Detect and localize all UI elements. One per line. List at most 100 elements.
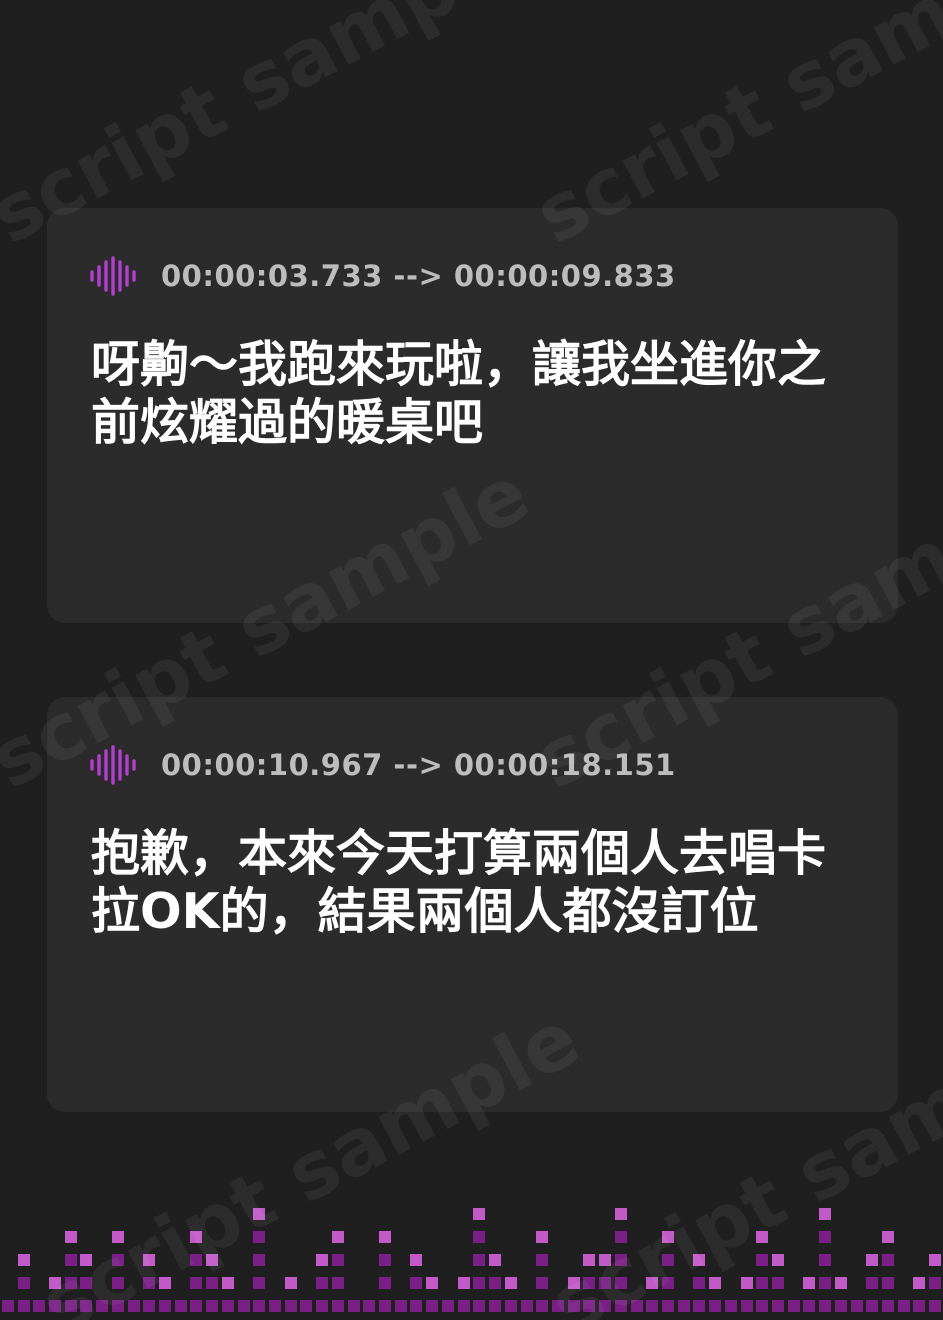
equalizer-block xyxy=(913,1277,925,1289)
equalizer-block xyxy=(788,1300,800,1312)
equalizer-block xyxy=(756,1300,768,1312)
cue-timestamp: 00:00:10.967 --> 00:00:18.151 xyxy=(161,748,676,782)
cue-timestamp: 00:00:03.733 --> 00:00:09.833 xyxy=(161,259,676,293)
equalizer-block xyxy=(693,1300,705,1312)
cue-subtitle-text: 抱歉，本來今天打算兩個人去唱卡拉OK的，結果兩個人都沒訂位 xyxy=(91,825,827,940)
sound-wave-icon xyxy=(90,745,136,785)
equalizer-block xyxy=(866,1300,878,1312)
equalizer-block xyxy=(190,1277,202,1289)
equalizer-block xyxy=(929,1300,941,1312)
equalizer-block xyxy=(143,1254,155,1266)
subtitle-cue-card: 00:00:10.967 --> 00:00:18.151 抱歉，本來今天打算兩… xyxy=(47,697,898,1112)
equalizer-block xyxy=(363,1300,375,1312)
equalizer-block xyxy=(898,1300,910,1312)
equalizer-block xyxy=(819,1300,831,1312)
equalizer-block xyxy=(18,1254,30,1266)
equalizer-block xyxy=(379,1231,391,1243)
equalizer-block xyxy=(143,1277,155,1289)
equalizer-block xyxy=(772,1254,784,1266)
equalizer-block xyxy=(253,1254,265,1266)
equalizer-block xyxy=(442,1300,454,1312)
equalizer-block xyxy=(96,1300,108,1312)
equalizer-block xyxy=(756,1277,768,1289)
equalizer-block xyxy=(615,1300,627,1312)
equalizer-block xyxy=(80,1254,92,1266)
equalizer-block xyxy=(300,1300,312,1312)
equalizer-block xyxy=(49,1300,61,1312)
equalizer-block xyxy=(568,1277,580,1289)
equalizer-block xyxy=(65,1254,77,1266)
equalizer-block xyxy=(929,1277,941,1289)
equalizer-block xyxy=(693,1277,705,1289)
equalizer-block xyxy=(819,1208,831,1220)
equalizer-block xyxy=(332,1277,344,1289)
equalizer-block xyxy=(536,1231,548,1243)
equalizer-block xyxy=(929,1254,941,1266)
equalizer-block xyxy=(803,1277,815,1289)
equalizer-block xyxy=(238,1300,250,1312)
equalizer-block xyxy=(662,1254,674,1266)
equalizer-block xyxy=(772,1300,784,1312)
equalizer-block xyxy=(18,1277,30,1289)
equalizer-block xyxy=(866,1254,878,1266)
equalizer-block xyxy=(489,1300,501,1312)
equalizer-block xyxy=(599,1300,611,1312)
equalizer-block xyxy=(615,1277,627,1289)
equalizer-block xyxy=(473,1277,485,1289)
equalizer-block xyxy=(615,1208,627,1220)
equalizer-block xyxy=(206,1300,218,1312)
equalizer-block xyxy=(379,1254,391,1266)
equalizer-block xyxy=(473,1208,485,1220)
cue-timestamp-row: 00:00:10.967 --> 00:00:18.151 xyxy=(89,745,676,785)
equalizer-block xyxy=(128,1300,140,1312)
equalizer-block xyxy=(348,1300,360,1312)
equalizer-block xyxy=(410,1277,422,1289)
equalizer-block xyxy=(80,1300,92,1312)
equalizer-block xyxy=(536,1254,548,1266)
equalizer-block xyxy=(741,1277,753,1289)
cue-timestamp-row: 00:00:03.733 --> 00:00:09.833 xyxy=(89,256,676,296)
equalizer-block xyxy=(646,1277,658,1289)
equalizer-block xyxy=(631,1300,643,1312)
equalizer-block xyxy=(568,1300,580,1312)
equalizer-block xyxy=(458,1300,470,1312)
equalizer-block xyxy=(662,1231,674,1243)
equalizer-block xyxy=(725,1300,737,1312)
equalizer-block xyxy=(332,1254,344,1266)
watermark-layer: script sample script sample script sampl… xyxy=(0,0,943,1320)
equalizer-block xyxy=(772,1277,784,1289)
equalizer-block xyxy=(599,1277,611,1289)
equalizer-block xyxy=(285,1277,297,1289)
equalizer-block xyxy=(222,1300,234,1312)
equalizer-block xyxy=(190,1231,202,1243)
equalizer-block xyxy=(662,1300,674,1312)
equalizer-block xyxy=(536,1300,548,1312)
equalizer-block xyxy=(741,1300,753,1312)
equalizer-block xyxy=(583,1300,595,1312)
cue-subtitle-text: 呀齁～我跑來玩啦，讓我坐進你之前炫耀過的暖桌吧 xyxy=(91,336,827,451)
equalizer-block xyxy=(332,1300,344,1312)
equalizer-block xyxy=(206,1254,218,1266)
equalizer-block xyxy=(803,1300,815,1312)
equalizer-block xyxy=(693,1254,705,1266)
equalizer-block xyxy=(112,1254,124,1266)
equalizer-block xyxy=(253,1300,265,1312)
equalizer-block xyxy=(253,1231,265,1243)
equalizer-block xyxy=(882,1277,894,1289)
equalizer-block xyxy=(206,1277,218,1289)
equalizer-block xyxy=(866,1277,878,1289)
equalizer-block xyxy=(756,1231,768,1243)
equalizer-block xyxy=(583,1277,595,1289)
equalizer-block xyxy=(426,1277,438,1289)
equalizer-block xyxy=(851,1300,863,1312)
equalizer-block xyxy=(882,1300,894,1312)
equalizer-block xyxy=(819,1231,831,1243)
equalizer-block xyxy=(143,1300,155,1312)
equalizer-block xyxy=(316,1300,328,1312)
equalizer-block xyxy=(473,1254,485,1266)
equalizer-block xyxy=(473,1231,485,1243)
equalizer-block xyxy=(489,1254,501,1266)
equalizer-block xyxy=(190,1254,202,1266)
equalizer-block xyxy=(489,1277,501,1289)
equalizer-block xyxy=(65,1277,77,1289)
